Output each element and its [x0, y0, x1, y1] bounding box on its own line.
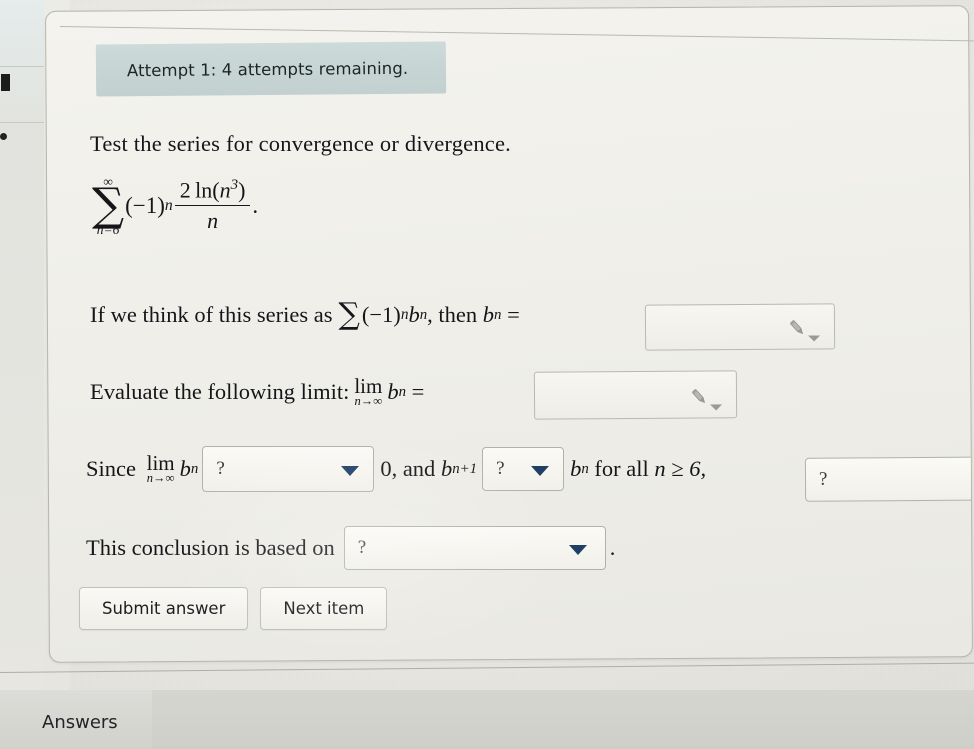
since-lead: Since	[86, 456, 136, 481]
series-factor-exponent: n	[164, 196, 173, 214]
bn-line-sum-body: (−1)	[361, 302, 401, 327]
bn-line-sum-exponent: n	[400, 306, 409, 323]
bn-symbol-subscript: n	[494, 306, 502, 323]
since-term: b	[179, 456, 191, 481]
since-zero-text: 0, and	[380, 456, 436, 481]
limit-evaluation-line: Evaluate the following limit: lim n→∞ bn…	[90, 374, 425, 409]
rail-marker-icon[interactable]	[1, 74, 10, 91]
chevron-down-icon[interactable]	[341, 466, 360, 476]
submit-answer-button[interactable]: Submit answer	[79, 587, 249, 630]
since-bn-symbol: b	[570, 456, 582, 481]
limit-term-subscript: n	[398, 383, 407, 400]
action-button-row: Submit answer Next item	[79, 587, 388, 630]
limit-operator: lim n→∞	[354, 374, 383, 409]
bn-definition-line: If we think of this series as ∑ (−1) n b n, …	[90, 297, 520, 332]
since-term-subscript: n	[190, 460, 199, 477]
limit-equals-sign: =	[411, 379, 425, 405]
series-fraction: 2 ln(n3) n	[174, 177, 251, 234]
bn-line-sum-symbol: ∑	[338, 297, 360, 332]
left-rail	[0, 0, 45, 690]
rail-bullet-icon[interactable]	[0, 133, 7, 140]
monotonic-comparison-dropdown[interactable]: ?	[482, 447, 565, 491]
attempt-banner: Attempt 1: 4 attempts remaining.	[95, 41, 447, 97]
pencil-icon[interactable]	[786, 317, 808, 339]
conclusion-basis-value: ?	[357, 537, 367, 558]
chevron-down-icon[interactable]	[568, 545, 587, 555]
bn-line-term: b	[408, 302, 420, 327]
limit-comparison-dropdown[interactable]: ?	[202, 446, 375, 492]
series-denominator: n	[207, 208, 219, 234]
series-expression: ∞ ∑ n=6 (−1) n 2 ln(n3) n .	[92, 174, 259, 238]
question-prompt: Test the series for convergence or diver…	[90, 131, 511, 156]
bn-line-term-subscript: n	[419, 306, 428, 323]
numerator-variable: n	[219, 177, 231, 203]
numerator-coefficient: 2	[179, 177, 191, 203]
series-result-value: ?	[818, 468, 828, 490]
limit-term: b	[387, 379, 399, 405]
sigma-glyph: ∑	[92, 177, 125, 231]
rail-divider-1	[0, 66, 44, 67]
limit-comparison-value: ?	[216, 458, 225, 479]
series-result-dropdown[interactable]: ?	[804, 456, 973, 502]
bnp1-symbol: b	[440, 456, 453, 481]
bn-equals-sign: =	[507, 302, 520, 327]
for-all-text: for all	[594, 456, 649, 481]
since-limit-operator: lim n→∞	[146, 451, 175, 486]
pencil-icon[interactable]	[688, 385, 710, 407]
bn-line-tail: , then	[427, 302, 478, 327]
summation-lower-limit: n=6	[96, 222, 120, 238]
next-item-button[interactable]: Next item	[260, 587, 388, 630]
conclusion-line: This conclusion is based on ? .	[86, 526, 615, 570]
series-alternating-factor: (−1)	[125, 192, 165, 218]
since-condition-line: Since lim n→∞ bn ? 0, and b n+1 ? bn for …	[86, 446, 706, 492]
series-numerator: 2 ln(n3)	[175, 177, 251, 204]
monotonic-comparison-value: ?	[496, 458, 505, 479]
n-condition-text: n ≥ 6,	[654, 456, 707, 481]
bn-answer-input[interactable]	[644, 303, 836, 351]
numerator-ln: ln(	[195, 177, 220, 203]
bn-symbol: b	[482, 302, 495, 327]
bnp1-subscript: n+1	[452, 460, 478, 477]
since-bn-subscript: n	[581, 460, 589, 477]
limit-answer-input[interactable]	[533, 370, 738, 420]
chevron-down-icon[interactable]	[531, 466, 550, 476]
conclusion-basis-dropdown[interactable]: ?	[343, 526, 606, 570]
answers-tab-label: Answers	[42, 712, 118, 733]
attempt-banner-text: Attempt 1: 4 attempts remaining.	[126, 58, 409, 80]
numerator-close-paren: )	[238, 177, 246, 203]
rail-divider-2	[0, 122, 44, 123]
since-lim-subscript: n→∞	[146, 471, 175, 486]
numerator-power: 3	[230, 177, 239, 194]
limit-subscript: n→∞	[354, 394, 383, 409]
question-card-inner: Attempt 1: 4 attempts remaining. Test th…	[48, 9, 973, 659]
conclusion-lead: This conclusion is based on	[86, 535, 335, 560]
caret-down-icon[interactable]	[808, 335, 821, 342]
bn-line-lead: If we think of this series as	[90, 302, 333, 327]
conclusion-period: .	[609, 535, 616, 560]
series-period: .	[252, 192, 259, 218]
limit-line-lead: Evaluate the following limit:	[90, 379, 350, 405]
question-card: Attempt 1: 4 attempts remaining. Test th…	[45, 5, 973, 663]
summation-symbol: ∞ ∑ n=6	[92, 174, 125, 238]
caret-down-icon[interactable]	[710, 404, 723, 411]
